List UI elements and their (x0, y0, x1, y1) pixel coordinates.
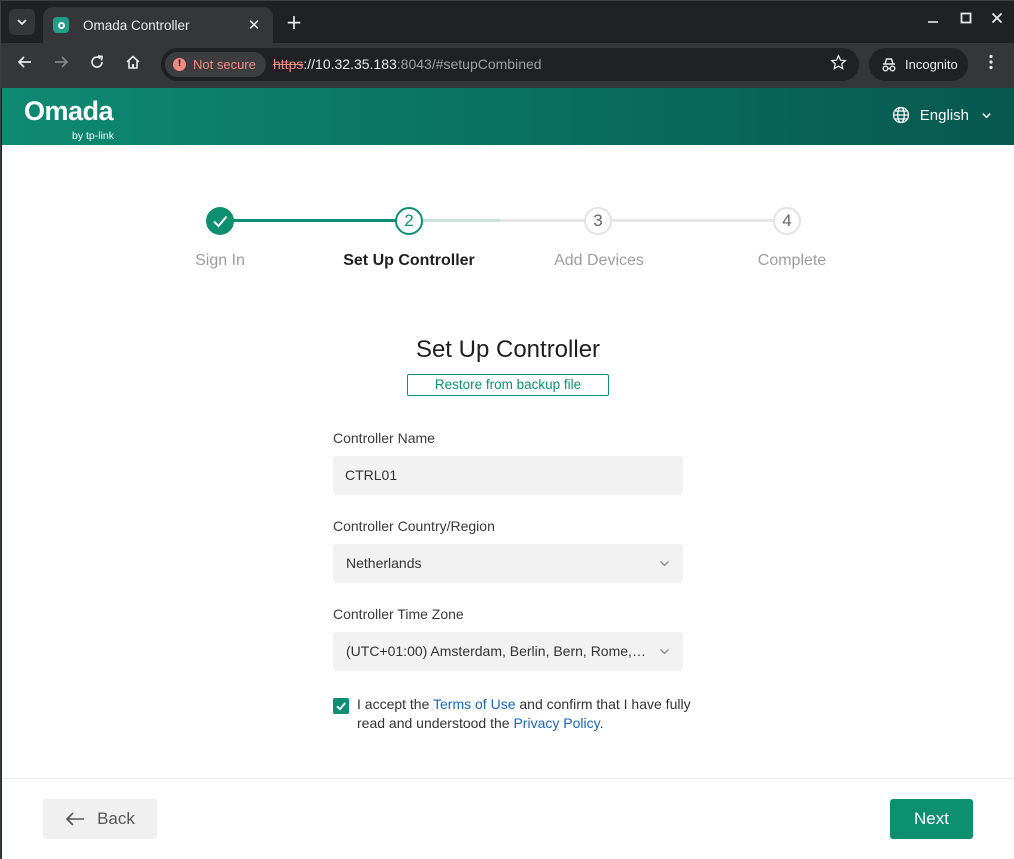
page-content: Omada by tp-link English 2 3 4 Sign In S… (2, 88, 1014, 859)
minimize-icon[interactable] (923, 12, 943, 32)
incognito-icon (882, 57, 896, 71)
bookmark-star-icon[interactable] (830, 54, 847, 76)
security-label: Not secure (193, 57, 256, 72)
step-4-circle: 4 (773, 207, 801, 235)
tab-close-icon[interactable]: ✕ (245, 16, 263, 34)
tab-search-button[interactable] (9, 9, 35, 35)
browser-window: Omada Controller ✕ + ! Not secure https:… (0, 0, 1014, 859)
back-label: Back (97, 809, 135, 828)
stepper-track-pending (500, 219, 788, 222)
maximize-icon[interactable] (956, 12, 976, 32)
new-tab-icon[interactable]: + (283, 11, 305, 33)
terms-prefix: I accept the (357, 696, 434, 712)
step-2-number: 2 (404, 211, 414, 230)
kebab-menu-icon[interactable] (981, 53, 1001, 77)
accept-terms-checkbox[interactable] (333, 698, 349, 714)
chevron-down-icon (660, 561, 669, 567)
footer-divider (2, 778, 1014, 779)
url-path: :8043/#setupCombined (396, 56, 542, 72)
step-3-circle: 3 (584, 207, 612, 235)
tab-strip: Omada Controller ✕ + (1, 1, 1014, 43)
form-title: Set Up Controller (415, 336, 601, 363)
step-4-label: Complete (757, 252, 827, 269)
timezone-label: Controller Time Zone (333, 606, 464, 622)
country-select[interactable]: Netherlands (333, 544, 683, 583)
url-scheme: https (273, 56, 304, 72)
url-host: ://10.32.35.183 (303, 56, 397, 72)
window-close-icon[interactable] (987, 12, 1007, 32)
security-chip[interactable]: ! Not secure (165, 52, 266, 77)
terms-of-use-link[interactable]: Terms of Use (433, 696, 515, 712)
terms-text: I accept the Terms of Use and confirm th… (357, 695, 697, 733)
chevron-down-icon (17, 19, 27, 26)
country-label: Controller Country/Region (333, 518, 495, 534)
country-value: Netherlands (346, 555, 422, 571)
step-2-label: Set Up Controller (343, 252, 475, 269)
step-1-check-icon (206, 207, 234, 235)
back-button[interactable]: Back (43, 799, 157, 839)
back-arrow-icon[interactable] (13, 53, 37, 77)
home-icon[interactable] (121, 53, 145, 77)
step-3-number: 3 (593, 211, 603, 230)
timezone-value: (UTC+01:00) Amsterdam, Berlin, Bern, Rom… (346, 643, 646, 659)
arrow-left-icon (65, 812, 85, 826)
incognito-label: Incognito (905, 57, 958, 72)
reload-icon[interactable] (85, 53, 109, 77)
step-2-circle: 2 (395, 207, 423, 235)
warning-icon: ! (173, 58, 186, 71)
step-1-label: Sign In (195, 252, 245, 269)
controller-name-input[interactable]: CTRL01 (333, 456, 683, 495)
checkmark-icon (336, 702, 346, 711)
forward-arrow-icon[interactable] (49, 53, 73, 77)
browser-tab[interactable]: Omada Controller ✕ (43, 7, 273, 43)
controller-name-label: Controller Name (333, 430, 435, 446)
privacy-policy-link[interactable]: Privacy Policy (513, 715, 599, 731)
stepper-track-partial (422, 219, 500, 222)
tab-title: Omada Controller (83, 17, 190, 33)
restore-backup-button[interactable]: Restore from backup file (407, 374, 609, 396)
terms-suffix: . (599, 715, 604, 731)
url-text: https://10.32.35.183:8043/#setupCombined (273, 56, 542, 72)
chevron-down-icon (660, 649, 669, 655)
omada-favicon-icon (53, 17, 69, 33)
next-button[interactable]: Next (890, 799, 973, 839)
step-4-number: 4 (782, 211, 792, 230)
stepper-track-complete (220, 219, 408, 222)
browser-toolbar: ! Not secure https://10.32.35.183:8043/#… (1, 43, 1014, 88)
incognito-indicator[interactable]: Incognito (869, 48, 968, 81)
timezone-select[interactable]: (UTC+01:00) Amsterdam, Berlin, Bern, Rom… (333, 632, 683, 671)
step-3-label: Add Devices (554, 252, 644, 269)
setup-stepper: 2 3 4 Sign In Set Up Controller Add Devi… (2, 88, 1014, 288)
address-bar[interactable]: ! Not secure https://10.32.35.183:8043/#… (161, 48, 859, 81)
